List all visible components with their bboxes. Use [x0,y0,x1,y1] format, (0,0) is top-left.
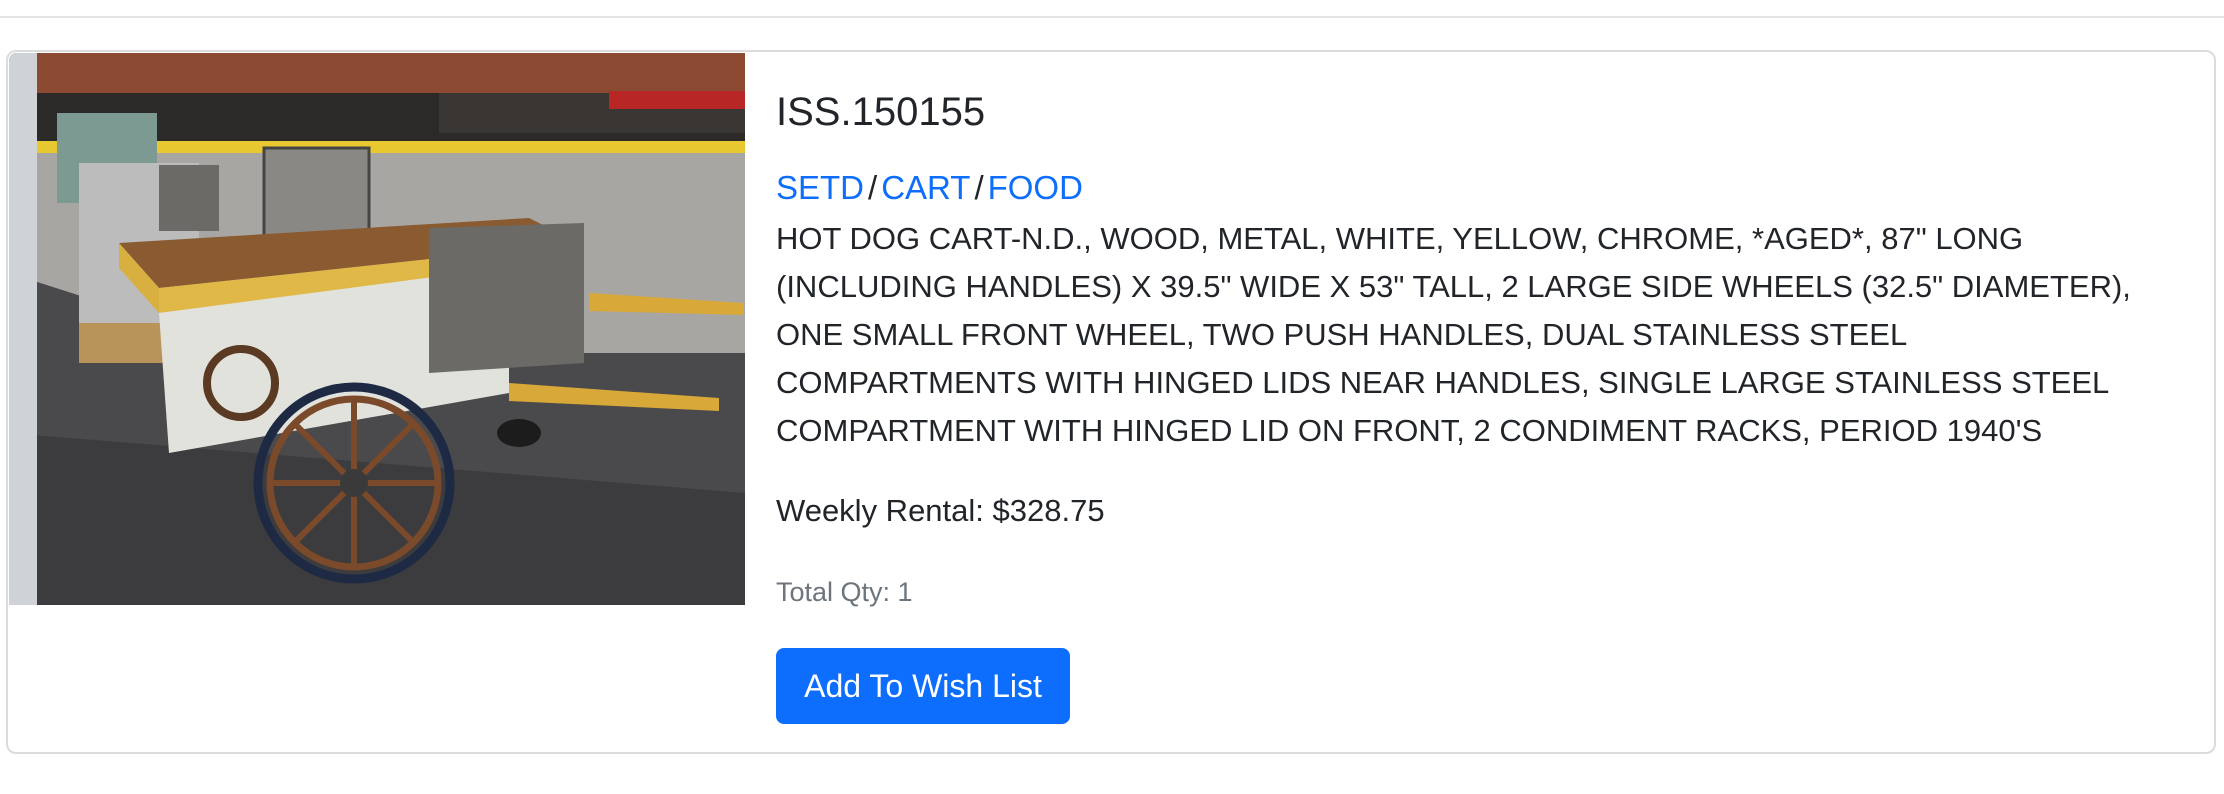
category-breadcrumb: SETD / CART / FOOD [776,168,1083,208]
product-photo [9,53,745,605]
product-card: ISS.150155 SETD / CART / FOOD HOT DOG CART-N… [6,50,2216,754]
item-id-title: ISS.150155 [776,90,986,134]
breadcrumb-separator: / [868,169,878,206]
breadcrumb-link-food[interactable]: FOOD [988,169,1083,206]
weekly-rental-price: Weekly Rental: $328.75 [776,493,1105,528]
add-to-wish-list-button[interactable]: Add To Wish List [776,648,1070,724]
total-quantity: Total Qty: 1 [776,577,913,607]
breadcrumb-separator: / [974,169,984,206]
item-description: HOT DOG CART-N.D., WOOD, METAL, WHITE, Y… [776,221,2131,448]
top-divider [0,16,2224,18]
breadcrumb-link-cart[interactable]: CART [881,169,970,206]
breadcrumb-link-setd[interactable]: SETD [776,169,864,206]
